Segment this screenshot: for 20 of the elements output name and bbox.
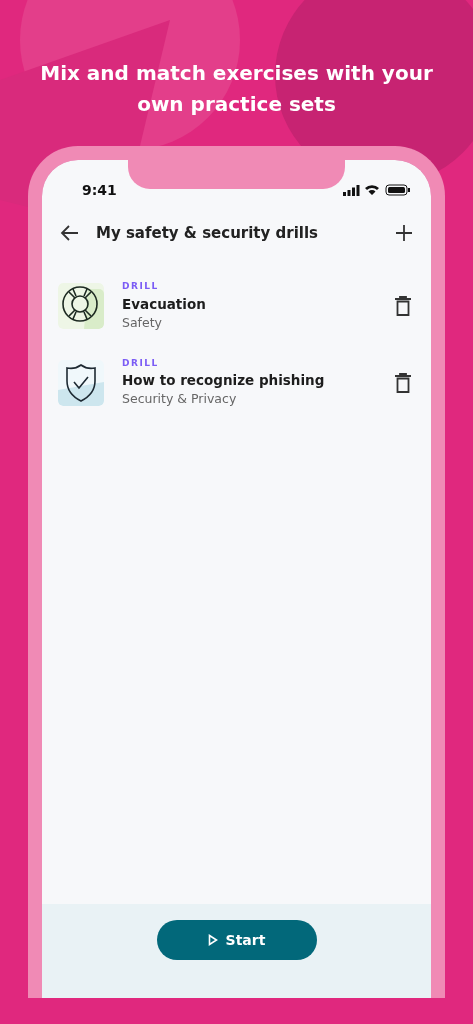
shield-check-icon: [58, 359, 104, 406]
drill-title: How to recognize phishing: [122, 371, 326, 390]
delete-button[interactable]: [395, 372, 411, 393]
drill-title: Evacuation: [122, 294, 207, 314]
battery-icon: [385, 184, 410, 196]
wifi-icon: [365, 185, 379, 195]
drill-tag: DRILL: [122, 356, 377, 370]
back-button[interactable]: [60, 223, 80, 243]
play-icon: [207, 934, 218, 946]
add-button[interactable]: [395, 224, 413, 242]
start-button[interactable]: Start: [156, 920, 317, 960]
page-title: My safety & security drills: [96, 222, 320, 244]
drill-category: Safety: [122, 313, 163, 332]
headline: Mix and match exercises with your own practice sets: [40, 60, 433, 118]
status-time: 9:41: [82, 180, 117, 200]
drill-category: Security & Privacy: [122, 390, 238, 409]
delete-button[interactable]: [395, 296, 411, 317]
drill-tag: DRILL: [122, 280, 377, 294]
lifebuoy-icon: [58, 283, 104, 330]
signal-icon: [343, 185, 360, 196]
